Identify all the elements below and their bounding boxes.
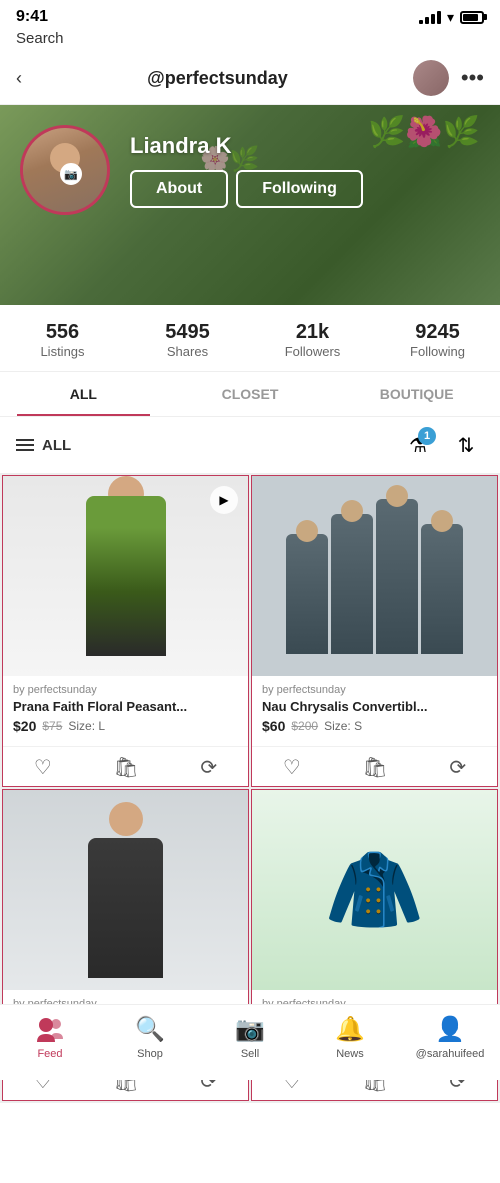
nav-shop[interactable]: 🔍 Shop xyxy=(100,1015,200,1060)
add-to-bag-button-p1[interactable]: 🛍 xyxy=(113,755,138,780)
stat-following-number: 9245 xyxy=(375,321,500,344)
product-card-p1[interactable]: ▶ by perfectsunday Prana Faith Floral Pe… xyxy=(2,475,249,787)
stat-shares[interactable]: 5495 Shares xyxy=(125,321,250,359)
search-back-label[interactable]: Search xyxy=(16,30,64,47)
profile-name: Liandra K xyxy=(130,133,231,159)
nav-profile[interactable]: 👤 @sarahuifeed xyxy=(400,1015,500,1060)
product-title-p1: Prana Faith Floral Peasant... xyxy=(13,699,238,714)
stat-listings[interactable]: 556 Listings xyxy=(0,321,125,359)
share-button-p2[interactable]: ⟳ xyxy=(449,755,466,780)
filter-badge: 1 xyxy=(418,427,436,445)
product-image-p2 xyxy=(252,476,497,676)
sell-label: Sell xyxy=(241,1048,259,1060)
like-button-p1[interactable]: ♡ xyxy=(34,755,52,780)
nav-sell[interactable]: 📷 Sell xyxy=(200,1015,300,1060)
sort-icon: ⇅ xyxy=(458,433,475,458)
cover-section: 📷 Liandra K About Following xyxy=(0,105,500,305)
share-button-p1[interactable]: ⟳ xyxy=(200,755,217,780)
filter-actions: ⚗ 1 ⇅ xyxy=(400,427,484,463)
news-icon: 🔔 xyxy=(335,1015,365,1044)
stat-shares-label: Shares xyxy=(125,344,250,359)
stat-followers[interactable]: 21k Followers xyxy=(250,321,375,359)
following-button[interactable]: Following xyxy=(236,170,363,208)
profile-label: @sarahuifeed xyxy=(416,1048,485,1060)
nav-avatar[interactable] xyxy=(413,60,449,96)
nav-bar: ‹ @perfectsunday ••• xyxy=(0,54,500,105)
news-label: News xyxy=(336,1048,364,1060)
stat-following[interactable]: 9245 Following xyxy=(375,321,500,359)
stat-listings-number: 556 xyxy=(0,321,125,344)
product-card-p2[interactable]: by perfectsunday Nau Chrysalis Convertib… xyxy=(251,475,498,787)
wifi-icon: ▾ xyxy=(447,9,454,26)
stat-listings-label: Listings xyxy=(0,344,125,359)
bottom-nav: Feed 🔍 Shop 📷 Sell 🔔 News 👤 @sarahuifeed xyxy=(0,1004,500,1080)
filter-lines-icon xyxy=(16,439,34,451)
sort-button[interactable]: ⇅ xyxy=(448,427,484,463)
nav-news[interactable]: 🔔 News xyxy=(300,1015,400,1060)
shop-label: Shop xyxy=(137,1048,163,1060)
product-seller-p2: by perfectsunday xyxy=(262,684,487,696)
filter-all-section[interactable]: ALL xyxy=(16,437,71,454)
product-image-p3 xyxy=(3,790,248,990)
search-bar: Search xyxy=(0,30,500,54)
product-info-p1: by perfectsunday Prana Faith Floral Peas… xyxy=(3,676,248,746)
tabs-section: ALL CLOSET BOUTIQUE xyxy=(0,372,500,417)
status-icons: ▾ xyxy=(419,9,484,26)
product-image-p4: 🧥 xyxy=(252,790,497,990)
nav-username: @perfectsunday xyxy=(147,68,288,89)
about-button[interactable]: About xyxy=(130,170,228,208)
nav-actions: ••• xyxy=(413,60,484,96)
product-actions-p1: ♡ 🛍 ⟳ xyxy=(3,746,248,786)
battery-icon xyxy=(460,11,484,24)
product-original-p2: $200 xyxy=(291,719,318,733)
product-pricing-p1: $20 $75 Size: L xyxy=(13,718,238,734)
profile-buttons: About Following xyxy=(130,170,363,208)
product-size-p2: Size: S xyxy=(324,719,362,733)
product-title-p2: Nau Chrysalis Convertibl... xyxy=(262,699,487,714)
play-button-p1[interactable]: ▶ xyxy=(210,486,238,514)
tab-boutique[interactable]: BOUTIQUE xyxy=(333,372,500,416)
product-info-p2: by perfectsunday Nau Chrysalis Convertib… xyxy=(252,676,497,746)
product-pricing-p2: $60 $200 Size: S xyxy=(262,718,487,734)
back-arrow-icon: ‹ xyxy=(16,68,22,89)
status-time: 9:41 xyxy=(16,8,48,26)
product-size-p1: Size: L xyxy=(68,719,105,733)
tab-closet[interactable]: CLOSET xyxy=(167,372,334,416)
filter-button[interactable]: ⚗ 1 xyxy=(400,427,436,463)
tab-all[interactable]: ALL xyxy=(0,372,167,416)
product-price-p2: $60 xyxy=(262,718,285,734)
stat-following-label: Following xyxy=(375,344,500,359)
more-menu-button[interactable]: ••• xyxy=(461,65,484,91)
back-button[interactable]: ‹ xyxy=(16,68,22,89)
filter-all-label: ALL xyxy=(42,437,71,454)
stat-followers-label: Followers xyxy=(250,344,375,359)
add-to-bag-button-p2[interactable]: 🛍 xyxy=(362,755,387,780)
product-price-p1: $20 xyxy=(13,718,36,734)
filter-bar: ALL ⚗ 1 ⇅ xyxy=(0,417,500,473)
feed-label: Feed xyxy=(37,1048,62,1060)
product-image-p1: ▶ xyxy=(3,476,248,676)
status-bar: 9:41 ▾ xyxy=(0,0,500,30)
nav-feed[interactable]: Feed xyxy=(0,1016,100,1060)
shop-icon: 🔍 xyxy=(135,1015,165,1044)
product-seller-p1: by perfectsunday xyxy=(13,684,238,696)
sell-icon: 📷 xyxy=(235,1015,265,1044)
profile-icon: 👤 xyxy=(435,1015,465,1044)
camera-badge-icon[interactable]: 📷 xyxy=(60,163,82,185)
like-button-p2[interactable]: ♡ xyxy=(283,755,301,780)
signal-icon xyxy=(419,10,441,24)
stat-followers-number: 21k xyxy=(250,321,375,344)
product-original-p1: $75 xyxy=(42,719,62,733)
product-actions-p2: ♡ 🛍 ⟳ xyxy=(252,746,497,786)
stats-section: 556 Listings 5495 Shares 21k Followers 9… xyxy=(0,305,500,372)
feed-icon xyxy=(35,1016,65,1044)
stat-shares-number: 5495 xyxy=(125,321,250,344)
